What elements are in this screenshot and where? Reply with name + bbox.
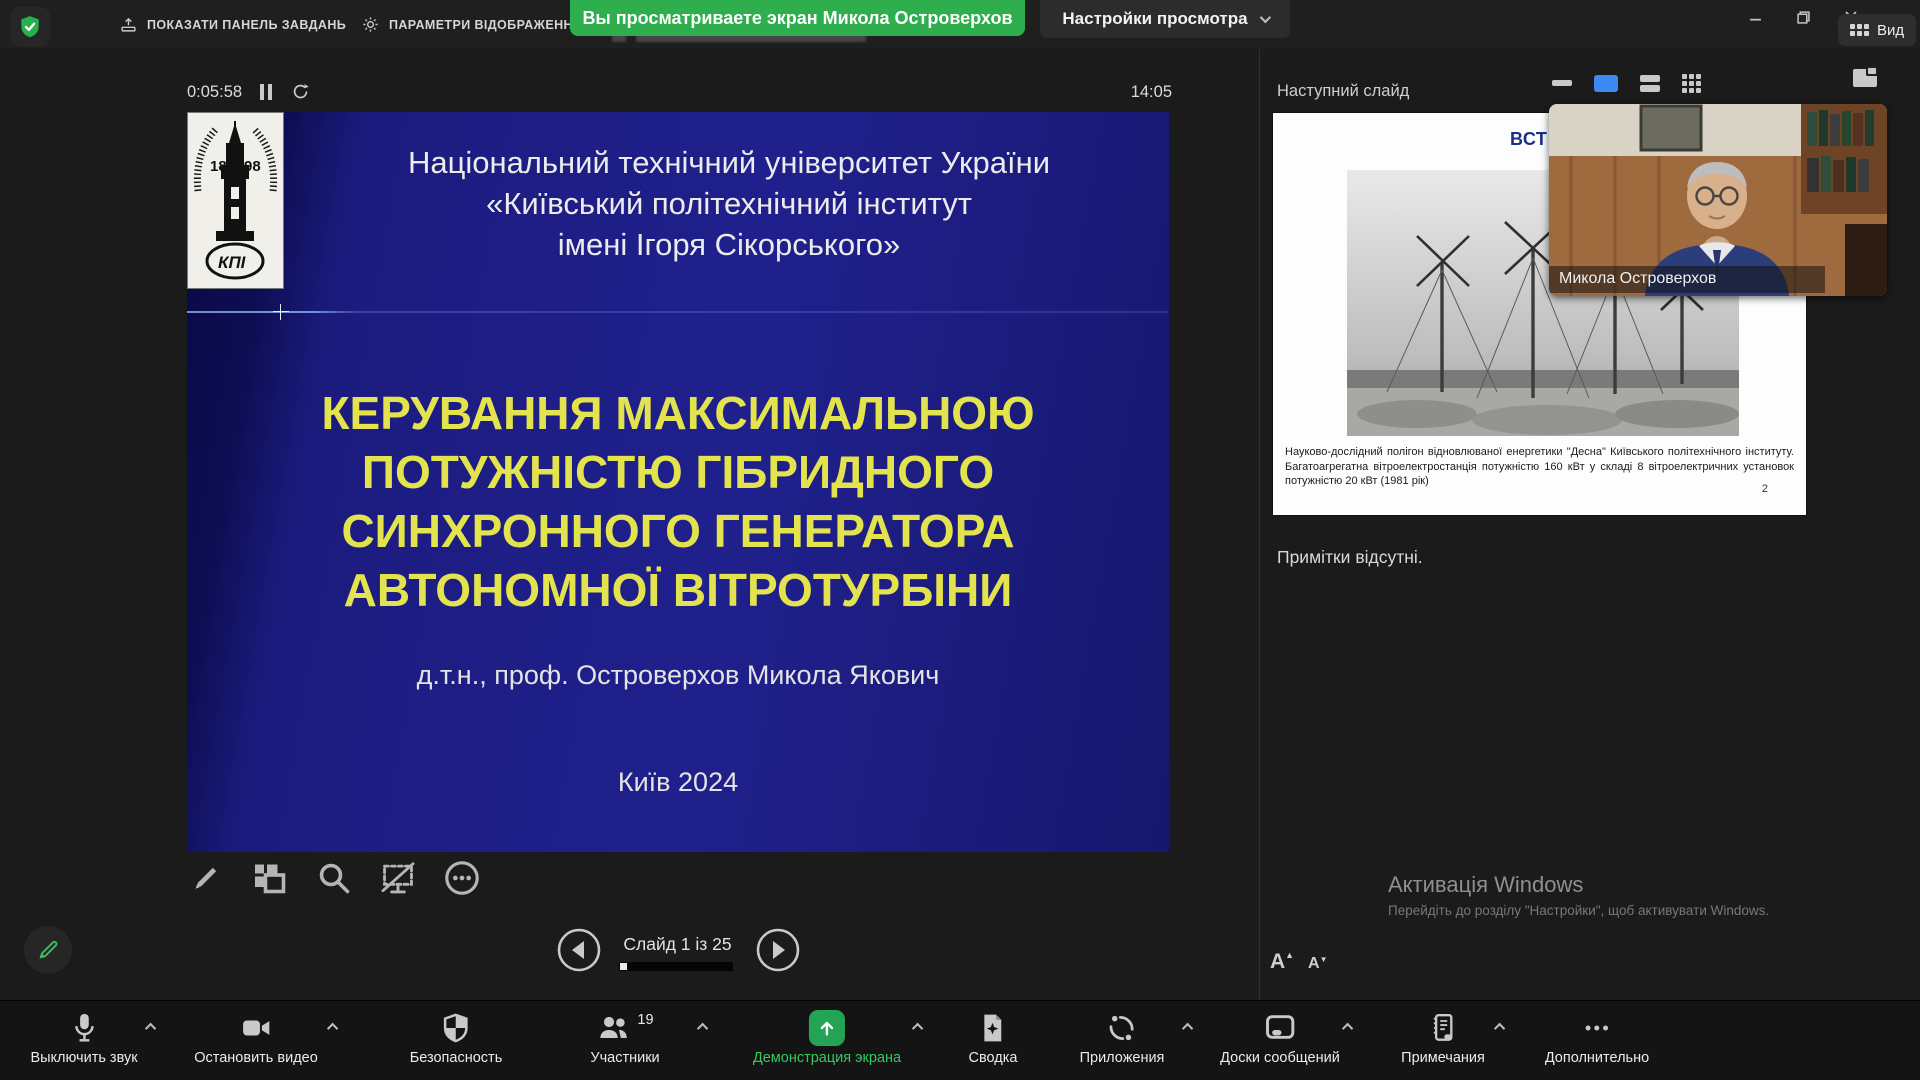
- participants-count: 19: [637, 1012, 653, 1028]
- restore-button[interactable]: [1788, 4, 1818, 30]
- crosshair-cursor: [273, 304, 289, 320]
- viewing-screen-banner: Вы просматриваете экран Микола Островерх…: [570, 0, 1025, 36]
- next-slide-heading: Наступний слайд: [1277, 82, 1409, 101]
- next-slide-page-number: 2: [1762, 483, 1768, 495]
- gallery-view-icon[interactable]: [1682, 74, 1701, 93]
- display-options-button[interactable]: ПАРАМЕТРИ ВІДОБРАЖЕННЯ: [362, 0, 602, 49]
- summary-doc-icon: [979, 1007, 1007, 1049]
- slide-title: КЕРУВАННЯ МАКСИМАЛЬНОЮ ПОТУЖНІСТЮ ГІБРИД…: [187, 384, 1169, 620]
- microphone-icon: [69, 1007, 99, 1049]
- security-button[interactable]: Безопасность: [410, 1007, 503, 1066]
- notes-status: Примітки відсутні.: [1277, 547, 1423, 568]
- institution-name: Національний технічний університет Украї…: [297, 142, 1161, 265]
- whiteboards-options-chevron[interactable]: [1342, 1023, 1353, 1034]
- slide-divider-line: [187, 311, 1169, 313]
- elapsed-timer: 0:05:58: [187, 83, 242, 102]
- video-layout-toolbar: [1552, 70, 1701, 96]
- display-options-label: ПАРАМЕТРИ ВІДОБРАЖЕННЯ: [389, 18, 582, 32]
- zoom-slide-button[interactable]: [312, 856, 356, 900]
- slide-sorter-button[interactable]: [248, 856, 292, 900]
- participants-button[interactable]: 19 Участники: [590, 1007, 659, 1066]
- security-status-button[interactable]: [10, 7, 50, 47]
- next-slide-caption: Науково-дослідний полігон відновлюваної …: [1285, 445, 1794, 489]
- share-screen-icon: [809, 1010, 845, 1046]
- stop-video-button[interactable]: Остановить видео: [194, 1007, 318, 1066]
- participants-icon: [596, 1012, 632, 1044]
- whiteboard-icon: [1264, 1007, 1296, 1049]
- slide-author: д.т.н., проф. Островерхов Микола Якович: [187, 660, 1169, 691]
- slide-progress-bar[interactable]: [619, 962, 733, 971]
- shield-check-icon: [17, 14, 43, 40]
- font-decrease-button[interactable]: A▼: [1308, 955, 1327, 973]
- pause-timer-button[interactable]: [260, 84, 276, 100]
- mute-button[interactable]: Выключить звук: [30, 1007, 137, 1066]
- annotations-button[interactable]: Примечания: [1401, 1007, 1485, 1066]
- more-button[interactable]: Дополнительно: [1545, 1007, 1649, 1066]
- minimize-video-icon[interactable]: [1552, 80, 1572, 86]
- strip-view-icon[interactable]: [1640, 75, 1660, 92]
- annotations-options-chevron[interactable]: [1494, 1023, 1505, 1034]
- notes-icon: [1429, 1007, 1457, 1049]
- chevron-down-icon: [1259, 12, 1270, 23]
- show-taskbar-button[interactable]: ПОКАЗАТИ ПАНЕЛЬ ЗАВДАНЬ: [120, 0, 346, 49]
- active-speaker-view-icon[interactable]: [1594, 75, 1618, 92]
- meeting-controls-bar: Выключить звук Остановить видео Безопасн…: [0, 1000, 1920, 1080]
- whiteboards-button[interactable]: Доски сообщений: [1220, 1007, 1340, 1066]
- wall-clock: 14:05: [1105, 83, 1172, 102]
- security-shield-icon: [441, 1007, 471, 1049]
- top-bar: ПОКАЗАТИ ПАНЕЛЬ ЗАВДАНЬ ПАРАМЕТРИ ВІДОБР…: [0, 0, 1920, 49]
- show-taskbar-label: ПОКАЗАТИ ПАНЕЛЬ ЗАВДАНЬ: [147, 18, 346, 32]
- svg-text:КПІ: КПІ: [218, 253, 247, 272]
- view-button[interactable]: Вид: [1838, 14, 1916, 46]
- view-settings-label: Настройки просмотра: [1062, 9, 1247, 29]
- pen-tool-button[interactable]: [184, 856, 228, 900]
- view-settings-button[interactable]: Настройки просмотра: [1040, 0, 1290, 38]
- apps-icon: [1107, 1007, 1137, 1049]
- zoom-meeting-window: ПОКАЗАТИ ПАНЕЛЬ ЗАВДАНЬ ПАРАМЕТРИ ВІДОБР…: [0, 0, 1920, 1080]
- university-logo: 18 98 КПІ: [187, 112, 284, 289]
- view-button-label: Вид: [1877, 22, 1904, 39]
- current-slide: 18 98 КПІ Національний технічний універс…: [187, 112, 1169, 852]
- webcam-name-label: Микола Островерхов: [1549, 266, 1825, 293]
- panel-divider: [1259, 49, 1260, 1000]
- slide-footer: Київ 2024: [187, 767, 1169, 798]
- font-increase-button[interactable]: A▲: [1270, 950, 1294, 974]
- summary-button[interactable]: Сводка: [969, 1007, 1018, 1066]
- share-options-chevron[interactable]: [912, 1023, 923, 1034]
- windows-activation-title: Активація Windows: [1388, 872, 1583, 898]
- next-slide-button[interactable]: [755, 927, 801, 973]
- share-screen-button[interactable]: Демонстрация экрана: [753, 1007, 901, 1066]
- ellipsis-icon: [1582, 1007, 1612, 1049]
- participants-options-chevron[interactable]: [697, 1023, 708, 1034]
- video-options-chevron[interactable]: [327, 1023, 338, 1034]
- slide-counter: Слайд 1 із 25: [620, 934, 735, 955]
- apps-button[interactable]: Приложения: [1080, 1007, 1165, 1066]
- pip-layout-icon[interactable]: [1852, 66, 1878, 88]
- previous-slide-button[interactable]: [556, 927, 602, 973]
- view-grid-icon: [1850, 24, 1869, 36]
- windows-activation-subtitle: Перейдіть до розділу "Настройки", щоб ак…: [1388, 903, 1769, 918]
- gear-icon: [362, 16, 379, 33]
- annotate-pencil-button[interactable]: [24, 926, 72, 974]
- next-slide-title-partial: ВСТ: [1510, 129, 1547, 150]
- minimize-button[interactable]: [1740, 4, 1770, 30]
- apps-options-chevron[interactable]: [1182, 1023, 1193, 1034]
- restart-timer-button[interactable]: [291, 82, 310, 101]
- black-screen-button[interactable]: [376, 856, 420, 900]
- taskbar-icon: [120, 16, 137, 33]
- camera-icon: [239, 1007, 273, 1049]
- more-tools-button[interactable]: [440, 856, 484, 900]
- mute-options-chevron[interactable]: [145, 1023, 156, 1034]
- presenter-webcam[interactable]: Микола Островерхов: [1549, 104, 1887, 296]
